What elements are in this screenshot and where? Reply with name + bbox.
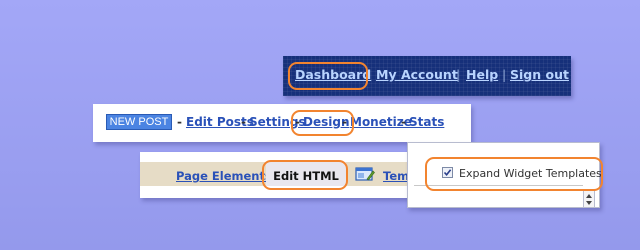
scroll-up-icon[interactable] xyxy=(586,194,592,198)
nav-dash: - xyxy=(342,115,347,129)
design-tabs-bar: Page Elements Edit HTML Tem xyxy=(140,152,440,198)
my-account-link[interactable]: My Account xyxy=(376,67,458,82)
nav-dash: - xyxy=(401,115,406,129)
checkbox-checked-icon xyxy=(443,169,452,177)
editor-scrollbar[interactable] xyxy=(583,190,595,208)
widget-options-panel: Expand Widget Templates xyxy=(407,142,602,208)
scroll-down-icon[interactable] xyxy=(586,201,592,205)
nav-dash: - xyxy=(177,115,182,129)
dashboard-link[interactable]: Dashboard xyxy=(295,67,371,82)
new-post-button[interactable]: NEW POST xyxy=(106,114,172,130)
template-designer-icon[interactable] xyxy=(355,166,375,182)
tab-template-truncated[interactable]: Tem xyxy=(383,169,409,183)
nav-separator: | xyxy=(502,67,507,82)
tab-page-elements[interactable]: Page Elements xyxy=(176,169,272,183)
panel-divider xyxy=(414,185,583,186)
nav-separator: | xyxy=(456,67,461,82)
post-navbar: NEW POST - Edit Posts - Settings - Desig… xyxy=(93,104,471,142)
stats-link[interactable]: Stats xyxy=(409,115,444,129)
sign-out-link[interactable]: Sign out xyxy=(510,67,569,82)
expand-widget-checkbox[interactable] xyxy=(442,167,453,178)
expand-widget-label[interactable]: Expand Widget Templates xyxy=(459,167,602,180)
account-navbar: Dashboard My Account | Help | Sign out xyxy=(283,56,571,96)
tab-edit-html-label: Edit HTML xyxy=(273,169,339,183)
tab-edit-html[interactable]: Edit HTML xyxy=(266,162,346,186)
help-link[interactable]: Help xyxy=(466,67,498,82)
nav-dash: - xyxy=(241,115,246,129)
nav-dash: - xyxy=(295,115,300,129)
